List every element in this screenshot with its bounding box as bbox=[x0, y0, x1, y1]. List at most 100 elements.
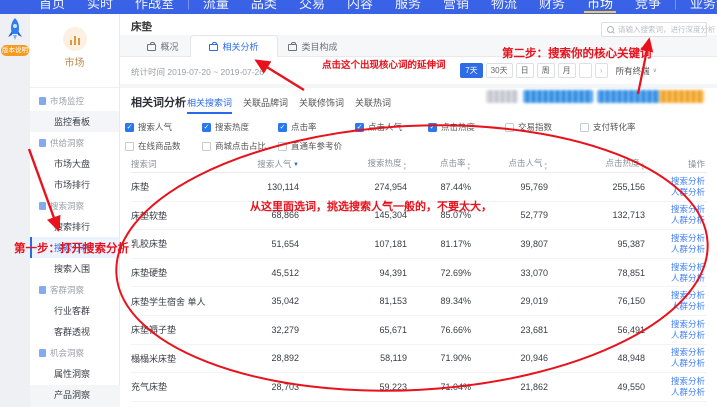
sort-desc-icon[interactable]: ▼ bbox=[291, 162, 299, 168]
nav-item[interactable]: 物流 bbox=[491, 0, 517, 10]
nav-item[interactable]: 实时 bbox=[87, 0, 113, 10]
date-range-button[interactable]: 周 bbox=[537, 63, 555, 78]
action-link[interactable]: 人群分析 bbox=[671, 387, 705, 398]
checkbox-unchecked-icon[interactable]: ✓ bbox=[278, 142, 287, 151]
action-link[interactable]: 人群分析 bbox=[671, 301, 705, 312]
nav-item[interactable]: 流量 bbox=[203, 0, 229, 10]
section-tab[interactable]: 关联热词 bbox=[355, 96, 391, 109]
sort-icon[interactable]: ▲▼ bbox=[467, 162, 471, 170]
checkbox-unchecked-icon[interactable]: ✓ bbox=[125, 142, 134, 151]
sidebar-item[interactable]: 客群透视 bbox=[30, 321, 119, 342]
blurred-button-blue-2[interactable] bbox=[597, 90, 659, 103]
next-date-icon[interactable]: › bbox=[595, 63, 608, 78]
sidebar-item[interactable]: 行业客群 bbox=[30, 300, 119, 321]
sidebar-item[interactable]: 市场大盘 bbox=[30, 153, 119, 174]
action-link[interactable]: 搜索分析 bbox=[671, 319, 705, 330]
metric-checkbox[interactable]: ✓搜索人气 bbox=[125, 121, 172, 133]
sort-icon[interactable]: ▲▼ bbox=[641, 162, 645, 170]
metric-checkbox[interactable]: ✓商城点击占比 bbox=[202, 140, 266, 152]
table-header-cell[interactable]: 搜索人气 ▼ bbox=[243, 158, 301, 170]
action-link[interactable]: 搜索分析 bbox=[671, 233, 705, 244]
metric-checkbox[interactable]: ✓搜索热度 bbox=[202, 121, 249, 133]
table-header-cell[interactable]: 搜索热度▲▼ bbox=[301, 157, 409, 170]
date-range-button[interactable]: 7天 bbox=[460, 63, 482, 78]
section-tab[interactable]: 关联品牌词 bbox=[243, 96, 288, 109]
nav-item[interactable]: 服务 bbox=[395, 0, 421, 10]
action-link[interactable]: 人群分析 bbox=[671, 244, 705, 255]
value-cell: 56,491 bbox=[550, 325, 647, 335]
metric-checkbox[interactable]: ✓交易指数 bbox=[505, 121, 552, 133]
page-tab[interactable]: 类目构成 bbox=[282, 35, 344, 57]
nav-item[interactable]: 作战室 bbox=[135, 0, 174, 10]
checkbox-unchecked-icon[interactable]: ✓ bbox=[505, 123, 514, 132]
keyword-search-input[interactable]: 请输入搜索词，进行深度分析 bbox=[601, 22, 707, 37]
date-range-button[interactable]: 月 bbox=[558, 63, 576, 78]
metric-checkbox[interactable]: ✓支付转化率 bbox=[580, 121, 636, 133]
table-row: 榻榻米床垫28,89258,11971.90%20,94648,948搜索分析人… bbox=[131, 345, 707, 374]
stat-row: 统计时间 2019-07-20 ~ 2019-07-26 7天30天日周月›所有… bbox=[120, 57, 717, 84]
sidebar-item[interactable]: 搜索分析 bbox=[30, 237, 119, 258]
action-link[interactable]: 搜索分析 bbox=[671, 376, 705, 387]
action-link[interactable]: 人群分析 bbox=[671, 187, 705, 198]
action-link[interactable]: 搜索分析 bbox=[671, 204, 705, 215]
terminal-filter[interactable]: 所有终端∨ bbox=[616, 65, 657, 77]
date-range-button[interactable]: 30天 bbox=[486, 63, 513, 78]
action-link[interactable]: 搜索分析 bbox=[671, 262, 705, 273]
version-badge[interactable]: 版本说明 bbox=[1, 45, 29, 56]
sidebar-item[interactable]: 产品洞察 bbox=[30, 384, 119, 405]
metric-checkbox[interactable]: ✓点击率 bbox=[278, 121, 317, 133]
nav-item[interactable]: 市场 bbox=[587, 0, 613, 10]
nav-item[interactable]: 内容 bbox=[347, 0, 373, 10]
nav-item[interactable]: 品类 bbox=[251, 0, 277, 10]
checkbox-checked-icon[interactable]: ✓ bbox=[355, 123, 364, 132]
nav-item[interactable]: 首页 bbox=[39, 0, 65, 10]
section-tab[interactable]: 相关搜索词 bbox=[187, 96, 232, 109]
sidebar-item[interactable]: 搜索入围 bbox=[30, 258, 119, 279]
action-link[interactable]: 搜索分析 bbox=[671, 290, 705, 301]
sort-icon[interactable]: ▲▼ bbox=[544, 162, 548, 170]
blurred-button-gray[interactable] bbox=[486, 90, 518, 103]
sidebar-item[interactable]: 属性洞察 bbox=[30, 363, 119, 384]
action-link[interactable]: 人群分析 bbox=[671, 215, 705, 226]
checkbox-checked-icon[interactable]: ✓ bbox=[125, 123, 134, 132]
action-link[interactable]: 人群分析 bbox=[671, 358, 705, 369]
section-tab[interactable]: 关联修饰词 bbox=[299, 96, 344, 109]
metric-checkbox[interactable]: ✓点击热度 bbox=[428, 121, 475, 133]
table-header-cell: 搜索词 bbox=[131, 158, 243, 170]
checkbox-checked-icon[interactable]: ✓ bbox=[278, 123, 287, 132]
action-link[interactable]: 人群分析 bbox=[671, 273, 705, 284]
sidebar-item[interactable]: 搜索排行 bbox=[30, 216, 119, 237]
checkbox-checked-icon[interactable]: ✓ bbox=[202, 123, 211, 132]
action-link[interactable]: 搜索分析 bbox=[671, 176, 705, 187]
action-link[interactable]: 人群分析 bbox=[671, 330, 705, 341]
table-header-cell[interactable]: 点击人气▲▼ bbox=[473, 157, 550, 170]
nav-item[interactable]: 营销 bbox=[443, 0, 469, 10]
checkbox-unchecked-icon[interactable]: ✓ bbox=[202, 142, 211, 151]
sidebar-section-label: 市场监控 bbox=[30, 90, 119, 111]
module-label: 市场 bbox=[30, 54, 119, 69]
nav-item[interactable]: 财务 bbox=[539, 0, 565, 10]
metric-checkbox[interactable]: ✓点击人气 bbox=[355, 121, 402, 133]
value-cell: 59,223 bbox=[301, 382, 409, 392]
checkbox-checked-icon[interactable]: ✓ bbox=[428, 123, 437, 132]
metric-checkbox[interactable]: ✓直通车参考价 bbox=[278, 140, 342, 152]
sidebar-item[interactable]: 市场排行 bbox=[30, 174, 119, 195]
page-tab[interactable]: 概况 bbox=[140, 35, 186, 57]
blurred-button-orange[interactable] bbox=[659, 90, 704, 103]
value-cell: 72.69% bbox=[409, 268, 473, 278]
nav-item[interactable]: 交易 bbox=[299, 0, 325, 10]
date-range-button[interactable]: 日 bbox=[516, 63, 534, 78]
sort-icon[interactable]: ▲▼ bbox=[403, 162, 407, 170]
table-header-cell[interactable]: 点击热度▲▼ bbox=[550, 157, 647, 170]
metric-checkbox[interactable]: ✓在线商品数 bbox=[125, 140, 181, 152]
blurred-button-blue-1[interactable] bbox=[523, 90, 593, 103]
checkbox-unchecked-icon[interactable]: ✓ bbox=[580, 123, 589, 132]
value-cell: 28,703 bbox=[243, 382, 301, 392]
nav-item[interactable]: 竞争 bbox=[635, 0, 661, 10]
table-header-cell[interactable]: 点击率▲▼ bbox=[409, 157, 473, 170]
nav-item[interactable]: 业务专区 bbox=[690, 0, 717, 10]
date-picker-box[interactable] bbox=[579, 63, 592, 78]
action-link[interactable]: 搜索分析 bbox=[671, 347, 705, 358]
page-tab[interactable]: 相关分析 bbox=[190, 35, 278, 57]
sidebar-item[interactable]: 监控看板 bbox=[30, 111, 119, 132]
